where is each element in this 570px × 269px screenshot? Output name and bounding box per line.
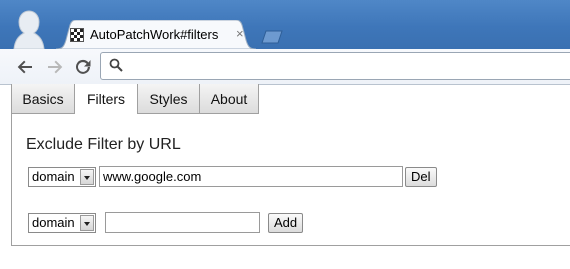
chevron-down-icon: [80, 169, 94, 185]
reload-icon[interactable]: [74, 58, 92, 76]
add-filter-button[interactable]: Add: [268, 213, 304, 233]
address-bar[interactable]: [100, 52, 570, 80]
options-tab-bar: Basics Filters Styles About: [11, 84, 570, 115]
browser-tab[interactable]: AutoPatchWork#filters ×: [56, 20, 256, 49]
checkerboard-favicon-icon: [70, 28, 84, 42]
new-filter-type-select[interactable]: domain: [28, 213, 96, 233]
forward-arrow-icon[interactable]: [46, 58, 64, 76]
filter-type-select[interactable]: domain: [28, 167, 96, 187]
tab-close-icon[interactable]: ×: [236, 26, 244, 42]
delete-filter-button[interactable]: Del: [405, 167, 437, 187]
back-arrow-icon[interactable]: [16, 58, 34, 76]
tab-basics[interactable]: Basics: [11, 84, 75, 114]
new-filter-type-value: domain: [32, 215, 75, 230]
profile-avatar-icon[interactable]: [12, 9, 46, 49]
browser-toolbar: [0, 49, 570, 85]
browser-frame: AutoPatchWork#filters ×: [0, 0, 570, 50]
tab-about[interactable]: About: [199, 84, 259, 114]
tab-filters[interactable]: Filters: [74, 84, 138, 115]
search-icon: [109, 58, 123, 72]
new-tab-button[interactable]: [260, 30, 284, 44]
filter-type-value: domain: [32, 169, 75, 184]
filter-url-field[interactable]: [99, 166, 403, 187]
new-filter-url-field[interactable]: [105, 212, 260, 233]
tab-title: AutoPatchWork#filters: [90, 27, 219, 42]
section-title: Exclude Filter by URL: [26, 136, 181, 153]
tab-styles[interactable]: Styles: [137, 84, 200, 114]
chevron-down-icon: [80, 215, 94, 231]
